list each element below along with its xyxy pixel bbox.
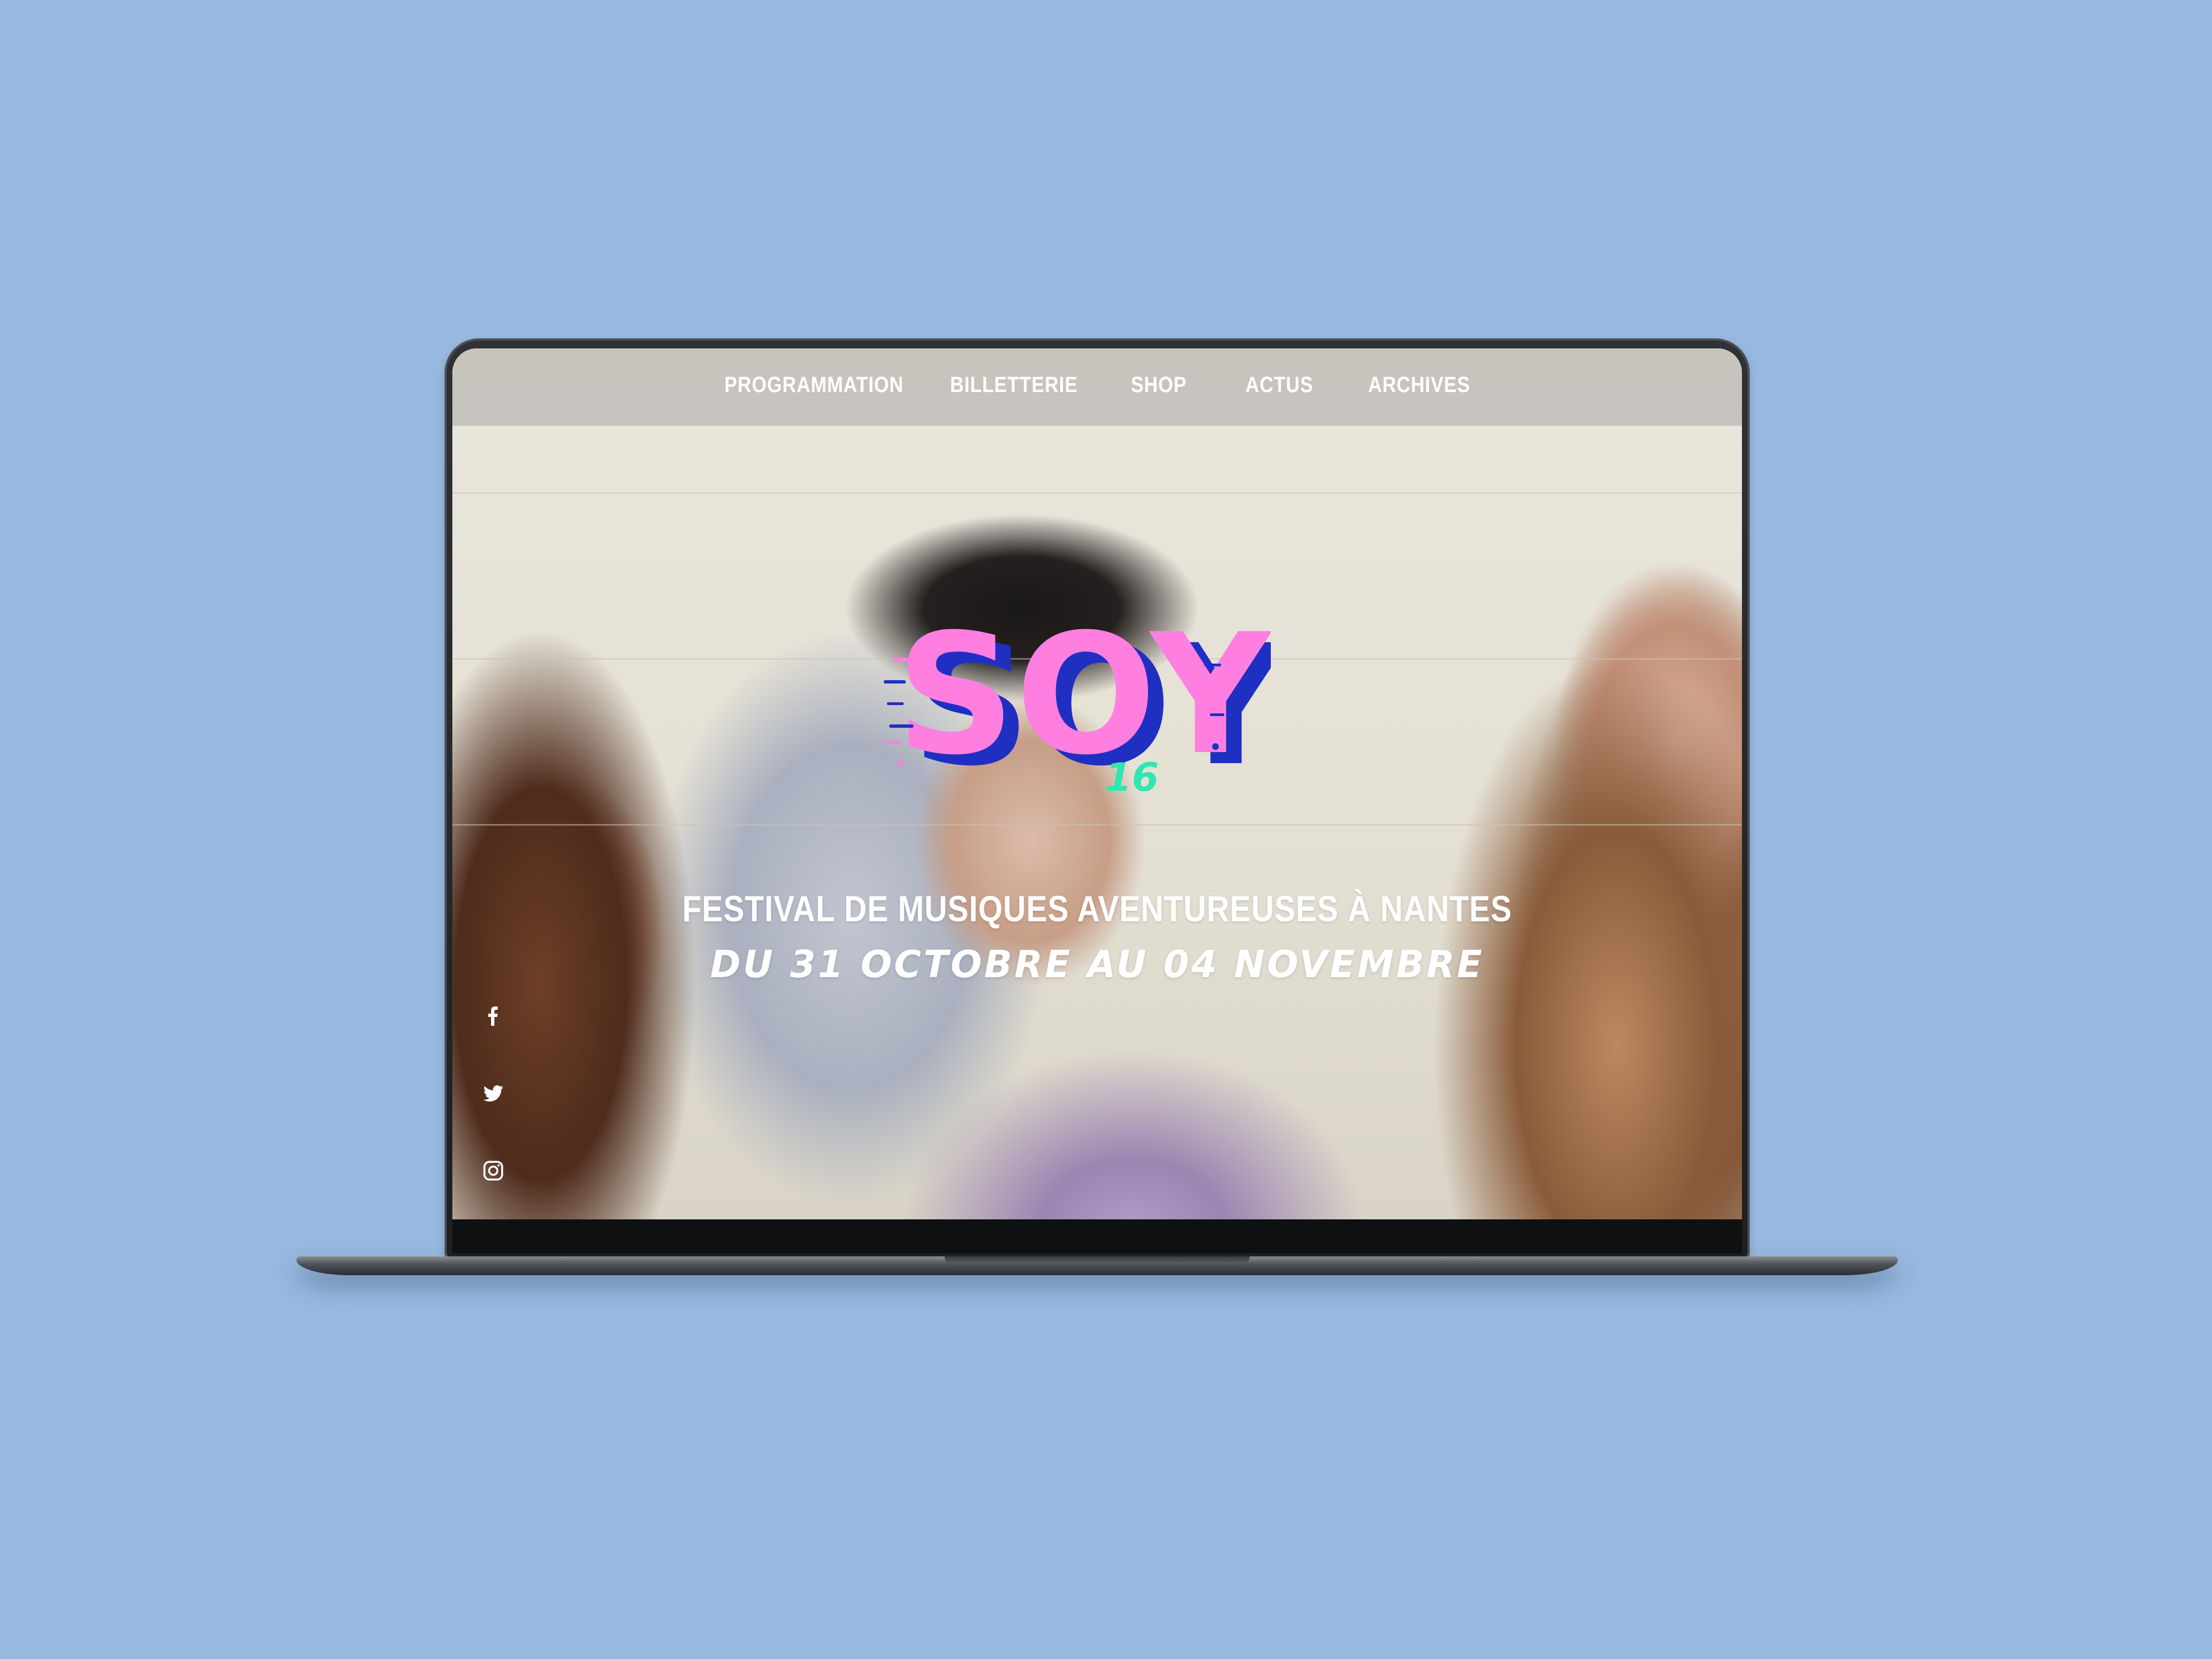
festival-dates: DU 31 OCTOBRE AU 04 NOVEMBRE bbox=[710, 943, 1484, 987]
nav-item-billetterie[interactable]: BILLETTERIE bbox=[950, 373, 1078, 398]
nav-item-programmation[interactable]: PROGRAMMATION bbox=[724, 373, 904, 398]
laptop-notch bbox=[945, 1256, 1250, 1264]
facebook-icon bbox=[488, 1006, 498, 1026]
logo-text: SOY bbox=[896, 598, 1271, 791]
logo-edition: 16 bbox=[1105, 755, 1159, 800]
website-screen: PROGRAMMATION BILLETTERIE SHOP ACTUS ARC… bbox=[452, 348, 1742, 1219]
nav-item-actus[interactable]: ACTUS bbox=[1245, 373, 1313, 398]
instagram-link[interactable] bbox=[481, 1159, 505, 1183]
twitter-icon bbox=[483, 1085, 503, 1102]
twitter-link[interactable] bbox=[481, 1081, 505, 1105]
soy-festival-logo[interactable]: SOY SOY 16 bbox=[884, 570, 1271, 802]
instagram-icon bbox=[483, 1161, 503, 1181]
top-navbar: PROGRAMMATION BILLETTERIE SHOP ACTUS ARC… bbox=[452, 348, 1742, 426]
festival-tagline: FESTIVAL DE MUSIQUES AVENTUREUSES À NANT… bbox=[682, 888, 1512, 929]
facebook-link[interactable] bbox=[481, 1004, 505, 1028]
screen-bottom-bezel bbox=[452, 1219, 1742, 1254]
nav-item-shop[interactable]: SHOP bbox=[1131, 373, 1187, 398]
nav-item-archives[interactable]: ARCHIVES bbox=[1368, 373, 1470, 398]
